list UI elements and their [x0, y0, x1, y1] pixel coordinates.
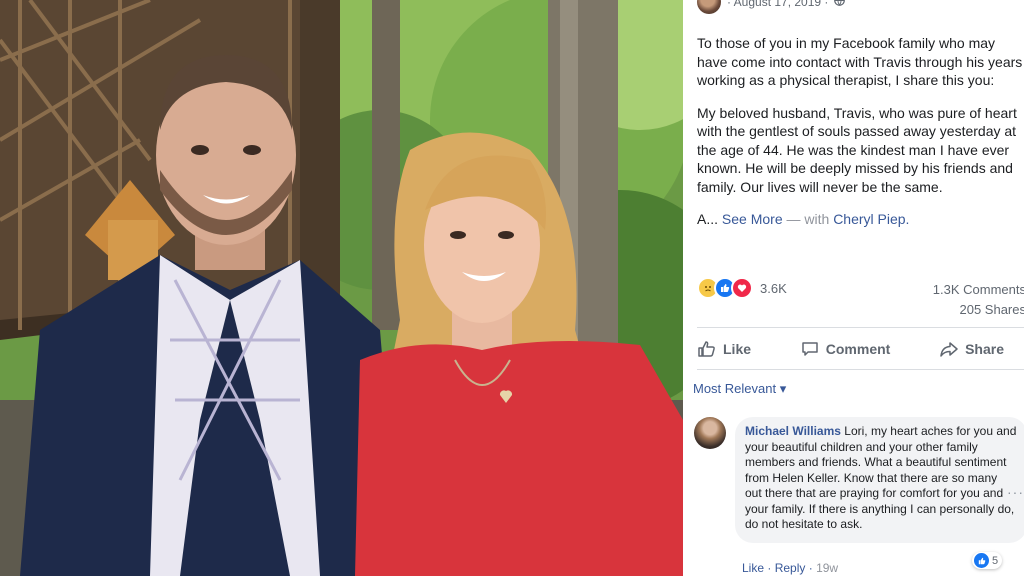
shares-count[interactable]: 205 Shares [933, 300, 1024, 320]
photo-illustration [0, 0, 683, 576]
date-separator: · [727, 0, 731, 9]
like-button[interactable]: Like [697, 339, 751, 359]
commenter-avatar[interactable] [694, 417, 726, 449]
tagged-person-link[interactable]: Cheryl Piep. [833, 211, 909, 227]
share-button[interactable]: Share [939, 339, 1004, 359]
comment-text: Lori, my heart aches for you and your be… [745, 424, 1017, 531]
sort-label: Most Relevant [693, 381, 777, 396]
post-header: · August 17, 2019 · [697, 0, 846, 14]
post-stats: 1.3K Comments 205 Shares [933, 280, 1024, 320]
divider-top [697, 327, 1024, 328]
post-date[interactable]: · August 17, 2019 · [727, 0, 828, 9]
comment-icon [802, 342, 818, 356]
meta-separator: · [767, 561, 772, 575]
reactions-summary[interactable]: 3.6K [697, 277, 787, 299]
date-separator-2: · [824, 0, 829, 9]
with-text: — with [786, 211, 830, 227]
post-actions: Like Comment Share [697, 334, 1024, 364]
comments-count[interactable]: 1.3K Comments [933, 280, 1024, 300]
like-icon [974, 553, 989, 568]
more-options-icon[interactable]: ··· [1007, 484, 1024, 500]
globe-icon[interactable] [834, 0, 846, 9]
like-label: Like [723, 341, 752, 357]
love-icon [731, 277, 753, 299]
post-panel: · August 17, 2019 · To those of you in m… [683, 0, 1024, 576]
comment-bubble: Michael Williams Lori, my heart aches fo… [735, 417, 1024, 543]
comment-button[interactable]: Comment [800, 339, 891, 359]
truncated-text: A... [697, 211, 719, 227]
author-avatar[interactable] [697, 0, 721, 14]
comment-reply-link[interactable]: Reply [775, 561, 806, 575]
commenter-name[interactable]: Michael Williams [745, 424, 841, 438]
post-paragraph-2: My beloved husband, Travis, who was pure… [697, 104, 1017, 195]
comment-age[interactable]: 19w [816, 561, 838, 575]
post-text: To those of you in my Facebook family wh… [697, 34, 1024, 243]
chevron-down-icon: ▾ [779, 381, 787, 396]
post-paragraph-3: A... See More — with Cheryl Piep. [697, 210, 1024, 229]
date-text[interactable]: August 17, 2019 [734, 0, 821, 9]
comment-reaction-count: 5 [992, 554, 999, 567]
share-label: Share [965, 341, 1004, 357]
post-paragraph-1: To those of you in my Facebook family wh… [697, 35, 1023, 88]
meta-separator-2: · [808, 561, 813, 575]
comment-label: Comment [825, 341, 891, 357]
share-icon [940, 342, 958, 357]
post-photo[interactable] [0, 0, 683, 576]
comment-meta: Like · Reply · 19w [742, 561, 838, 575]
comment-sort-dropdown[interactable]: Most Relevant ▾ [693, 381, 786, 397]
reaction-count[interactable]: 3.6K [760, 281, 787, 296]
comment-reactions[interactable]: 5 [972, 552, 1003, 569]
see-more-link[interactable]: See More [722, 211, 783, 227]
divider-bottom [697, 369, 1024, 370]
comment-like-link[interactable]: Like [742, 561, 764, 575]
thumbs-up-icon [698, 341, 715, 357]
